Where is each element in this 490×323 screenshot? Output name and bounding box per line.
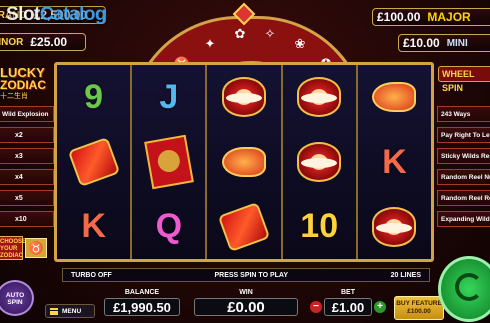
reel: K	[357, 65, 432, 259]
feature-item: Pay Right To Left	[437, 127, 490, 143]
reel-cell	[283, 65, 356, 130]
zodiac-tiger-icon: ✦	[204, 36, 216, 51]
multiplier-row: x3	[0, 148, 54, 164]
choose-zodiac-button[interactable]: CHOOSE YOUR ZODIAC	[0, 236, 26, 260]
mini-label: MINI	[446, 37, 468, 49]
reel-cell	[358, 194, 431, 259]
symbol-j: J	[159, 77, 179, 116]
zodiac-ox-icon[interactable]: ♉	[25, 238, 47, 258]
major-label: MAJOR	[427, 10, 471, 24]
multiplier-row: x10	[0, 211, 54, 227]
spin-prompt: PRESS SPIN TO PLAY	[214, 271, 288, 279]
buy-feature-price: £100.00	[407, 308, 431, 315]
mini-jackpot: £10.00 MINI	[398, 34, 490, 52]
zodiac-rabbit-icon: ✿	[234, 26, 246, 41]
feature-item: Expanding Wild	[437, 211, 490, 227]
firecracker-icon	[217, 201, 271, 252]
bet-label: BET	[341, 289, 355, 296]
reel: 9K	[57, 65, 133, 259]
drum-icon	[297, 77, 342, 118]
drum-icon	[222, 77, 266, 118]
menu-label: MENU	[62, 307, 82, 315]
symbol-k: K	[81, 207, 106, 246]
logo-line2: ZODIAC	[0, 78, 46, 92]
balance-value: £1,990.50	[104, 298, 180, 316]
reel-cell: 9	[57, 65, 130, 130]
zodiac-snake-icon: ❀	[294, 36, 306, 51]
feature-item: Random Reel Respin	[437, 190, 490, 206]
reel-grid: 9 K J Q 10 K	[54, 62, 434, 262]
reel: 10	[282, 65, 358, 259]
buy-feature-button[interactable]: BUY FEATURE £100.00	[394, 296, 444, 320]
multiplier-row: x5	[0, 190, 54, 206]
symbol-k: K	[382, 142, 407, 181]
win-value: £0.00	[194, 298, 298, 316]
menu-button[interactable]: MENU	[45, 304, 95, 318]
wild-explosion-header: Wild Explosion	[0, 106, 54, 122]
watermark-part2: Catalog	[39, 4, 107, 25]
red-envelope-icon	[143, 134, 194, 190]
feature-item: 243 Ways	[437, 106, 490, 122]
reel-cell	[283, 130, 356, 195]
reel-cell	[207, 194, 280, 259]
win-label: WIN	[239, 289, 253, 296]
symbol-q: Q	[155, 207, 183, 246]
reel-cell	[207, 130, 280, 195]
reel-cell	[57, 130, 130, 195]
zodiac-dragon-icon: ✧	[264, 26, 276, 41]
symbol-10: 10	[300, 207, 339, 246]
symbol-9: 9	[84, 77, 104, 116]
reel	[207, 65, 283, 259]
game-logo: LUCKY ZODIAC 十二生肖	[0, 66, 54, 102]
minor-value: £25.00	[30, 35, 68, 49]
reel-cell	[207, 65, 280, 130]
reel-cell: K	[57, 194, 130, 259]
bet-increase-button[interactable]: +	[374, 301, 386, 313]
minor-jackpot: MINOR £25.00	[0, 33, 86, 51]
major-value: £100.00	[377, 10, 421, 24]
feature-item: Random Reel Nudge	[437, 169, 490, 185]
reel-cell: K	[358, 130, 431, 195]
reel: JQ	[132, 65, 208, 259]
turbo-toggle[interactable]: TURBO OFF	[71, 272, 112, 279]
wild-explosion-panel: Wild Explosion x2 x3 x4 x5 x10	[0, 106, 54, 232]
features-panel: 243 Ways Pay Right To Left Sticky Wilds …	[437, 106, 490, 232]
lines-count: 20 LINES	[390, 271, 421, 279]
firecracker-icon	[67, 136, 120, 188]
multiplier-row: x4	[0, 169, 54, 185]
multiplier-row: x2	[0, 127, 54, 143]
reel-cell	[358, 65, 431, 130]
minor-label: MINOR	[0, 36, 24, 48]
spin-arrow-icon	[455, 273, 483, 301]
info-bar: TURBO OFF PRESS SPIN TO PLAY 20 LINES	[62, 268, 430, 282]
major-jackpot: £100.00 MAJOR	[372, 8, 490, 26]
reel-cell	[132, 130, 205, 195]
reel-cell: Q	[132, 194, 205, 259]
watermark: SlotCatalog	[6, 4, 107, 26]
koi-fish-icon	[222, 147, 266, 177]
mini-value: £10.00	[403, 36, 440, 50]
watermark-part1: Slot	[6, 4, 40, 25]
drum-icon	[297, 142, 342, 182]
reel-cell: J	[132, 65, 205, 130]
feature-item: Sticky Wilds Respin	[437, 148, 490, 164]
bet-value: £1.00	[324, 298, 372, 316]
buy-feature-label: BUY FEATURE	[396, 300, 442, 307]
drum-icon	[372, 206, 417, 247]
menu-icon	[50, 307, 58, 315]
balance-label: BALANCE	[124, 289, 160, 296]
wheel-spin-logo: WHEEL SPIN	[438, 66, 490, 93]
koi-fish-icon	[372, 82, 417, 113]
reel-cell: 10	[283, 194, 356, 259]
bet-decrease-button[interactable]: −	[310, 301, 322, 313]
logo-line3: 十二生肖	[0, 93, 28, 100]
